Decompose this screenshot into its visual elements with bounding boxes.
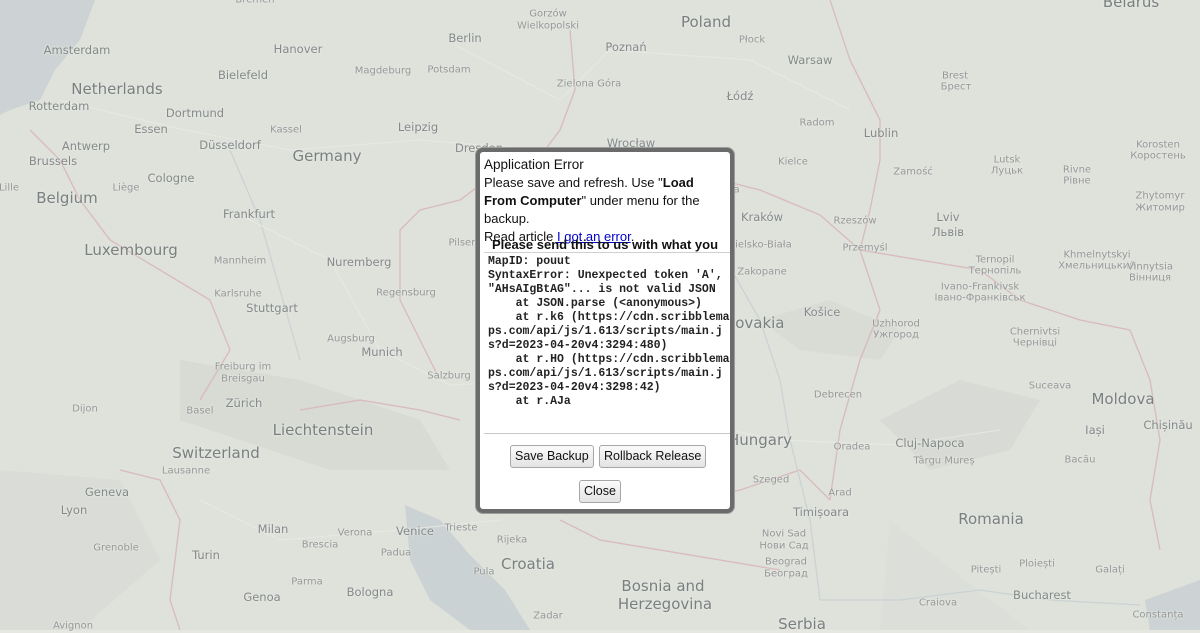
error-message: Please save and refresh. Use "Load From … [484, 174, 728, 246]
error-trace-text: MapID: pouut SyntaxError: Unexpected tok… [488, 255, 730, 408]
error-trace-box[interactable]: MapID: pouut SyntaxError: Unexpected tok… [484, 252, 730, 434]
save-backup-button[interactable]: Save Backup [510, 445, 594, 468]
error-message-part1: Please save and refresh. Use " [484, 175, 663, 190]
rollback-release-button[interactable]: Rollback Release [599, 445, 707, 468]
dialog-title: Application Error [484, 157, 584, 172]
application-error-dialog: Application Error Please save and refres… [476, 148, 734, 513]
send-instructions: Please send this to us with what you [491, 237, 719, 252]
close-button[interactable]: Close [579, 480, 621, 503]
